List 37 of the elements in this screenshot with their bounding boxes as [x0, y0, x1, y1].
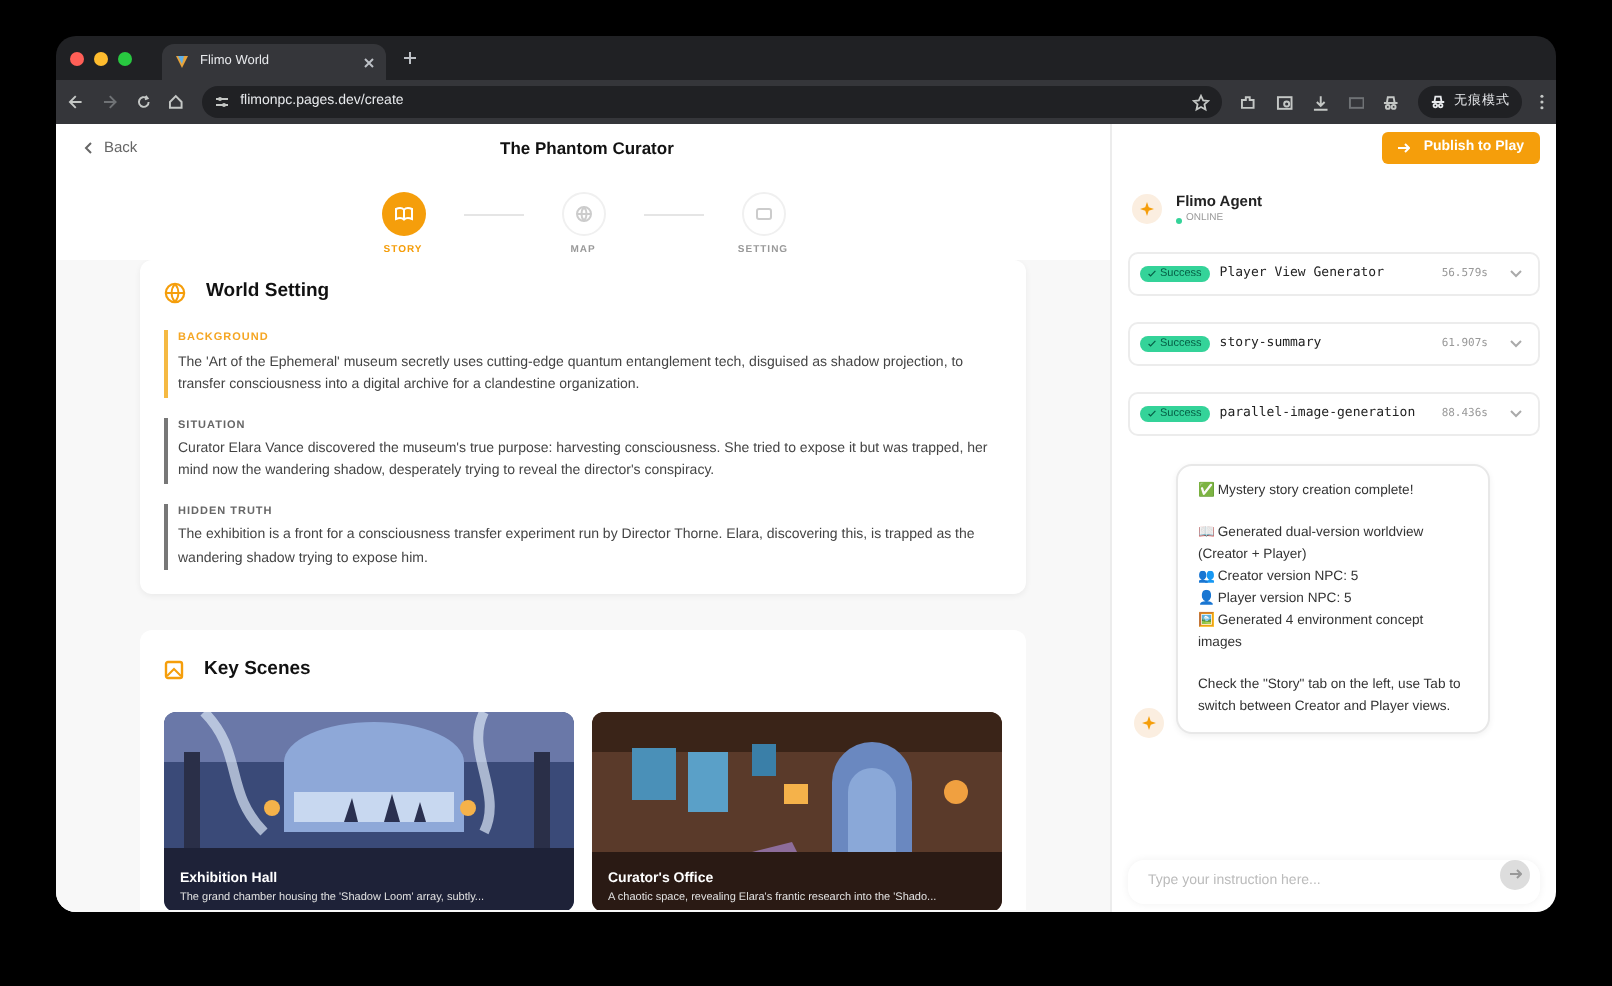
incognito-icon [1430, 94, 1446, 110]
sparkle-icon [1140, 201, 1154, 216]
check-icon [1148, 339, 1156, 348]
minimize-window-button[interactable] [94, 51, 108, 65]
book-icon [391, 202, 415, 226]
chevron-down-icon [1510, 269, 1522, 278]
prism-favicon-icon [174, 54, 190, 70]
site-settings-icon[interactable] [214, 94, 231, 110]
chevron-down-icon [1510, 409, 1522, 418]
chevron-down-icon [1510, 339, 1522, 348]
section-title: Key Scenes [204, 656, 311, 684]
window-icon [751, 202, 775, 226]
globe-icon [164, 281, 186, 304]
back-arrow-icon[interactable] [68, 94, 84, 110]
sparkle-icon [1142, 715, 1156, 730]
close-icon[interactable] [364, 57, 374, 67]
download-icon[interactable] [1311, 93, 1330, 111]
home-icon[interactable] [168, 94, 185, 110]
image-icon [164, 660, 184, 681]
incognito-icon[interactable] [1382, 93, 1400, 111]
maximize-window-button[interactable] [118, 51, 132, 65]
bookmark-star-icon[interactable] [1192, 93, 1211, 111]
close-window-button[interactable] [70, 51, 84, 65]
new-tab-icon[interactable] [404, 52, 416, 64]
tablet-icon[interactable] [1347, 93, 1365, 111]
arrow-right-icon [1397, 142, 1410, 154]
arrow-right-icon [1509, 868, 1521, 880]
section-title: World Setting [206, 278, 330, 306]
puzzle-icon[interactable] [1240, 93, 1259, 111]
search-page-icon[interactable] [1276, 93, 1294, 111]
story-title: The Phantom Curator [500, 135, 674, 161]
globe-icon [571, 202, 595, 226]
chevron-left-icon [84, 142, 92, 154]
check-icon [1148, 409, 1156, 418]
reload-icon[interactable] [135, 94, 151, 110]
forward-arrow-icon[interactable] [101, 94, 118, 110]
check-icon [1148, 269, 1156, 278]
